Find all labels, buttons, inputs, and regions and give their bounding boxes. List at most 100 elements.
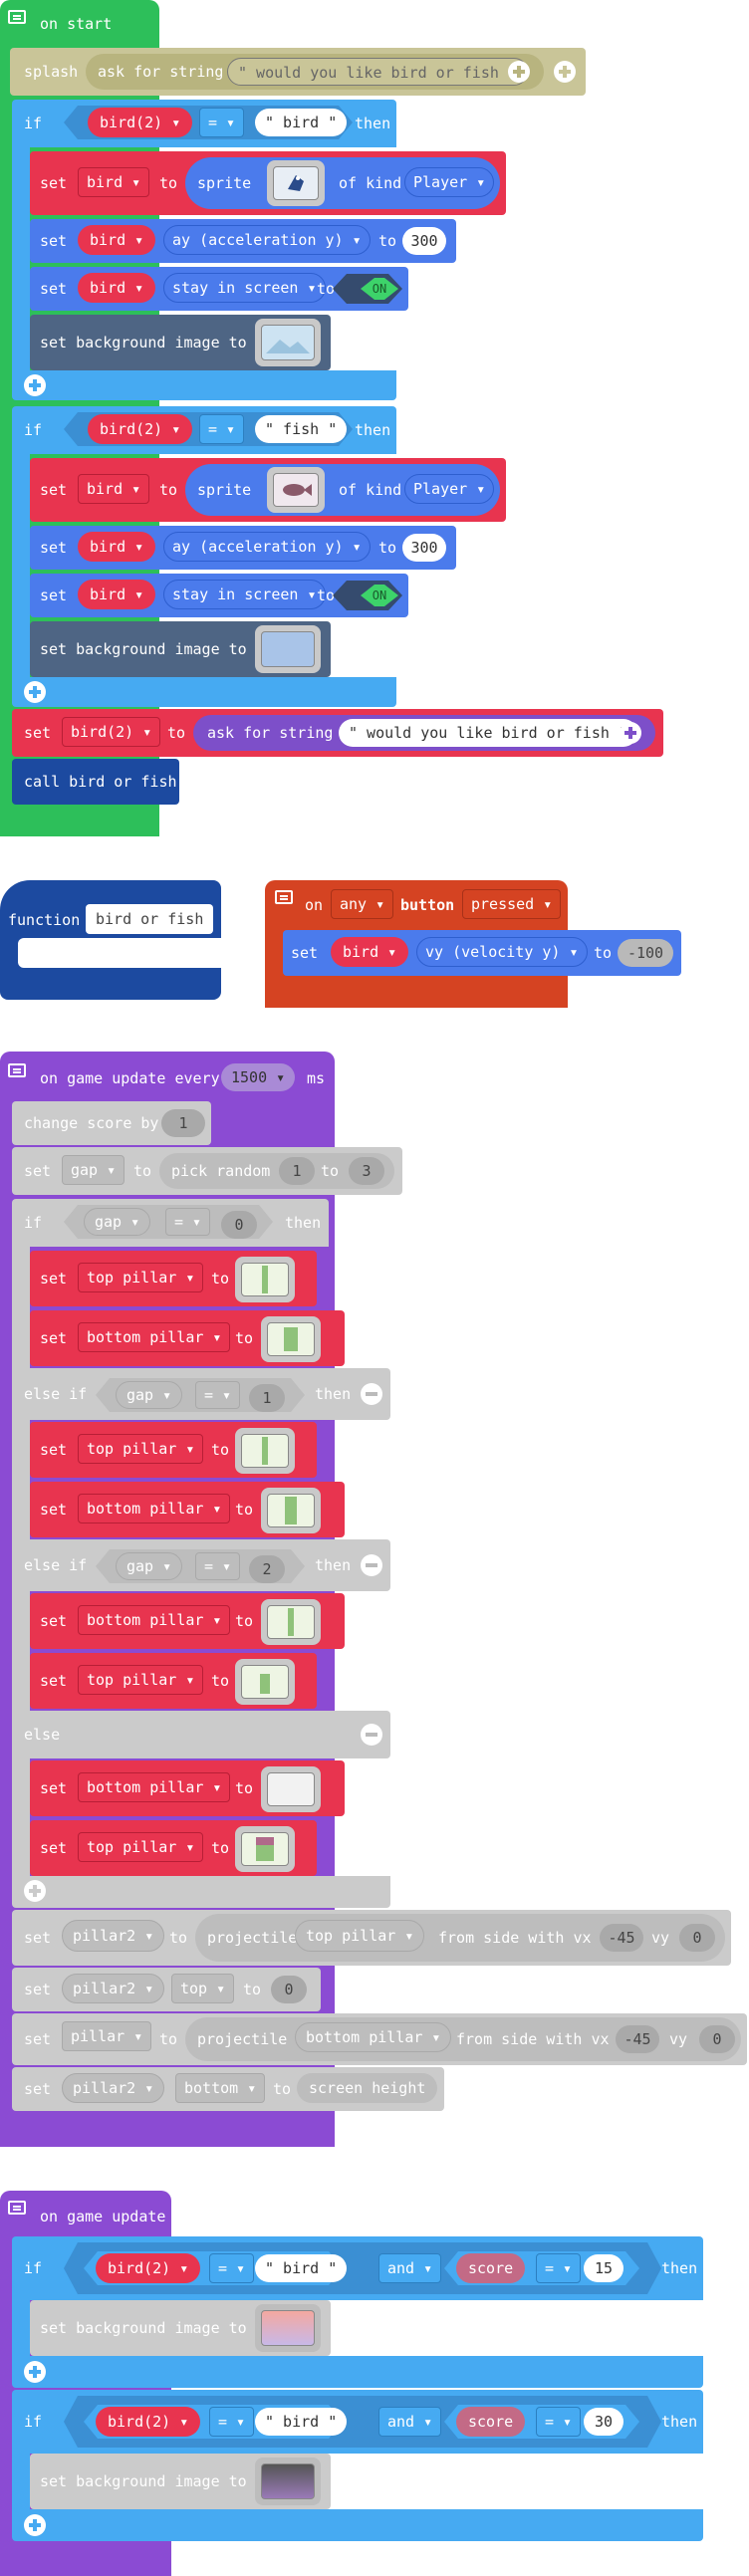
add-else-icon[interactable] <box>24 374 46 396</box>
top-pillar-image-icon[interactable] <box>235 1659 295 1705</box>
prop-vy[interactable]: vy (velocity y) <box>416 937 588 967</box>
vy-value[interactable]: 0 <box>679 1924 715 1952</box>
var-pillar2[interactable]: pillar2 <box>62 1920 165 1952</box>
value-bird[interactable]: " bird " <box>255 2254 348 2282</box>
bottom-pillar-image-icon[interactable] <box>261 1488 321 1533</box>
var-bird[interactable]: bird <box>331 937 409 967</box>
prop-bottom[interactable]: bottom <box>175 2073 266 2103</box>
value-neg100[interactable]: -100 <box>618 939 673 967</box>
var-gap[interactable]: gap <box>116 1381 183 1409</box>
var-bird[interactable]: bird <box>78 273 156 303</box>
var-top-pillar[interactable]: top pillar <box>78 1832 204 1862</box>
var-pillar[interactable]: pillar <box>62 2021 152 2051</box>
min-value[interactable]: 1 <box>279 1157 315 1185</box>
var-top-pillar[interactable]: top pillar <box>78 1263 204 1292</box>
value-bird[interactable]: " bird " <box>255 109 348 136</box>
fish-sprite-icon[interactable] <box>267 467 325 513</box>
top-pillar-image-icon[interactable] <box>235 1826 295 1872</box>
background-image-icon[interactable] <box>255 625 321 673</box>
var-pillar2[interactable]: pillar2 <box>62 1974 165 2003</box>
bottom-pillar-image-icon[interactable] <box>261 1316 321 1362</box>
op-dropdown[interactable]: = <box>199 108 245 137</box>
op-dropdown[interactable]: = <box>536 2407 582 2437</box>
event-pressed[interactable]: pressed <box>462 889 562 919</box>
op-dropdown[interactable]: = <box>536 2253 582 2283</box>
score-delta[interactable]: 1 <box>161 1109 205 1137</box>
and-dropdown[interactable]: and <box>378 2253 442 2283</box>
screen-height[interactable]: screen height <box>297 2073 438 2103</box>
top-pillar-image-icon[interactable] <box>235 1428 295 1474</box>
remove-branch-icon[interactable] <box>361 1383 382 1405</box>
add-else-icon[interactable] <box>24 2514 46 2536</box>
var-bird[interactable]: bird <box>78 474 150 504</box>
add-arg-icon[interactable] <box>554 61 576 83</box>
var-gap[interactable]: gap <box>116 1552 183 1580</box>
score-30[interactable]: 30 <box>584 2408 624 2436</box>
image-bottom-pillar[interactable]: bottom pillar <box>295 2022 452 2052</box>
vy-value[interactable]: 0 <box>699 2025 735 2053</box>
score-reporter[interactable]: score <box>456 2407 526 2437</box>
prop-stay-in-screen[interactable]: stay in screen <box>163 273 326 303</box>
prop-top[interactable]: top <box>171 1974 235 2003</box>
interval-dropdown[interactable]: 1500 <box>221 1063 296 1091</box>
kind-player[interactable]: Player <box>404 474 495 504</box>
background-image-icon[interactable] <box>255 2458 321 2505</box>
remove-branch-icon[interactable] <box>361 1724 382 1746</box>
add-else-icon[interactable] <box>24 2361 46 2383</box>
kind-player[interactable]: Player <box>404 167 495 197</box>
bottom-pillar-image-icon[interactable] <box>261 1766 321 1812</box>
var-bird2[interactable]: bird(2) <box>62 717 161 747</box>
value-300[interactable]: 300 <box>402 534 446 562</box>
prop-stay-in-screen[interactable]: stay in screen <box>163 580 326 609</box>
op-dropdown[interactable]: = <box>209 2407 255 2437</box>
top-pillar-image-icon[interactable] <box>235 1257 295 1302</box>
op-dropdown[interactable]: = <box>165 1208 211 1236</box>
vx-value[interactable]: -45 <box>616 2025 659 2053</box>
score-reporter[interactable]: score <box>456 2253 526 2283</box>
var-bottom-pillar[interactable]: bottom pillar <box>78 1605 231 1635</box>
gap-value-2[interactable]: 2 <box>249 1555 285 1583</box>
splash-prompt[interactable]: " would you like bird or fish " <box>227 58 528 86</box>
gap-value-1[interactable]: 1 <box>249 1384 285 1412</box>
score-15[interactable]: 15 <box>584 2254 624 2282</box>
var-top-pillar[interactable]: top pillar <box>78 1434 204 1464</box>
op-dropdown[interactable]: = <box>209 2253 255 2283</box>
var-bottom-pillar[interactable]: bottom pillar <box>78 1494 231 1523</box>
op-dropdown[interactable]: = <box>195 1552 241 1580</box>
comment-icon[interactable] <box>8 10 26 24</box>
background-image-icon[interactable] <box>255 319 321 366</box>
value-fish[interactable]: " fish " <box>255 415 348 443</box>
var-gap[interactable]: gap <box>84 1208 151 1236</box>
comment-icon[interactable] <box>275 890 293 904</box>
max-value[interactable]: 3 <box>349 1157 384 1185</box>
value-300[interactable]: 300 <box>402 227 446 255</box>
var-gap[interactable]: gap <box>62 1155 125 1185</box>
var-bottom-pillar[interactable]: bottom pillar <box>78 1322 231 1352</box>
comment-icon[interactable] <box>8 1063 26 1077</box>
value-bird[interactable]: " bird " <box>255 2408 348 2436</box>
top-value[interactable]: 0 <box>271 1976 307 2003</box>
remove-branch-icon[interactable] <box>361 1554 382 1576</box>
var-bird[interactable]: bird <box>78 580 156 609</box>
var-bird2[interactable]: bird(2) <box>88 414 193 444</box>
var-bird[interactable]: bird <box>78 167 150 197</box>
prompt-value[interactable]: " would you like bird or fish " <box>339 719 637 747</box>
else-block[interactable] <box>12 1711 390 1758</box>
var-bird2[interactable]: bird(2) <box>96 2253 201 2283</box>
add-arg-icon[interactable] <box>508 61 530 83</box>
var-bird[interactable]: bird <box>78 225 156 255</box>
gap-value-0[interactable]: 0 <box>221 1211 257 1239</box>
op-dropdown[interactable]: = <box>195 1381 241 1409</box>
var-bottom-pillar[interactable]: bottom pillar <box>78 1772 231 1802</box>
op-dropdown[interactable]: = <box>199 414 245 444</box>
and-dropdown[interactable]: and <box>378 2407 442 2437</box>
bird-sprite-icon[interactable] <box>267 160 325 206</box>
prop-ay[interactable]: ay (acceleration y) <box>163 225 371 255</box>
image-top-pillar[interactable]: top pillar <box>295 1920 425 1952</box>
var-bird[interactable]: bird <box>78 532 156 562</box>
controller-any[interactable]: any <box>331 889 394 919</box>
var-bird2[interactable]: bird(2) <box>96 2407 201 2437</box>
var-top-pillar[interactable]: top pillar <box>78 1665 204 1695</box>
add-arg-icon[interactable] <box>620 722 641 744</box>
comment-icon[interactable] <box>8 2201 26 2215</box>
